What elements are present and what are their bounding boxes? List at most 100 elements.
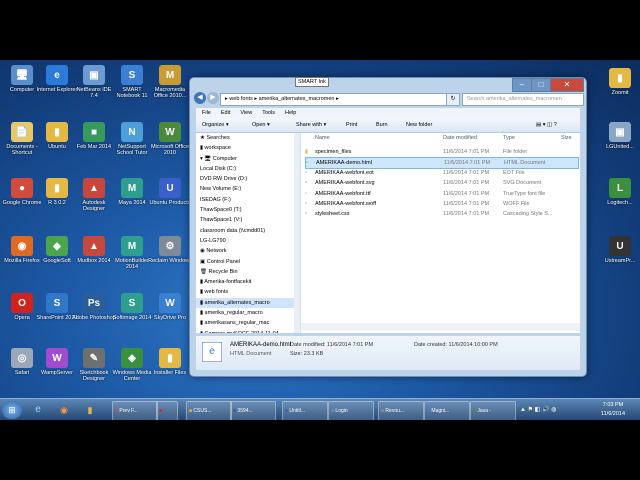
details-filetype: HTML Document — [230, 351, 272, 357]
nav-item[interactable]: ▣ Control Panel — [196, 257, 300, 267]
toolbar-button[interactable]: Share with ▾ — [296, 118, 326, 132]
nav-item[interactable]: classroom data (\\cmdd01) — [196, 226, 300, 236]
desktop-icon[interactable]: ▮ Installer Files — [148, 348, 192, 376]
desktop-icon[interactable]: ▣ LGUnited... — [598, 122, 640, 150]
file-row[interactable]: ▫ stylesheet.css 11/6/2014 7:01 PM Cascadin… — [305, 209, 577, 219]
nav-item[interactable]: 🗑 Recycle Bin — [196, 267, 300, 277]
nav-item[interactable]: ★ Searches — [196, 133, 300, 143]
app-icon: W — [159, 293, 181, 313]
file-name: AMERIKAA-webfont.eot — [315, 169, 374, 176]
nav-item[interactable]: ▮ web fonts — [196, 287, 300, 297]
taskbar-button[interactable]: ■ Login — [328, 401, 374, 420]
menu-item[interactable]: Help — [285, 110, 296, 116]
desktop-icon[interactable]: M Macromedia Office 2010... — [148, 65, 192, 99]
nav-item[interactable]: ▮ workspace — [196, 143, 300, 153]
taskbar-button[interactable]: ■ 3594... — [230, 401, 276, 420]
maximize-button[interactable]: □ — [531, 78, 551, 92]
forward-button[interactable]: ▶ — [207, 92, 219, 104]
taskbar-button[interactable]: ■ Revou... — [378, 401, 424, 420]
search-input[interactable]: Search amerika_alternates_macromen — [462, 93, 584, 106]
taskbar-button-label: Java - — [477, 408, 492, 414]
menu-item[interactable]: Edit — [221, 110, 230, 116]
desktop-icon-label: UstreamPr... — [604, 258, 636, 264]
file-row[interactable]: ▮ specimen_files 11/6/2014 7:01 PM File fol… — [305, 147, 577, 157]
command-bar: Organize ▾ Open ▾ Share with ▾ Print Burn New… — [196, 118, 580, 133]
desktop-icon[interactable]: W Microsoft Office 2010 — [148, 122, 192, 156]
explorer-window: – □ ✕ ◀ ▶ ▸ web fonts ▸ amerika_alternat… — [189, 77, 587, 377]
column-type[interactable]: Type — [503, 133, 515, 144]
nav-item[interactable]: ▾ 🖥 Computer — [196, 154, 300, 164]
app-icon: U — [609, 236, 631, 256]
file-name: stylesheet.css — [315, 211, 350, 218]
html-file-icon: e — [202, 342, 222, 362]
menu-item[interactable]: File — [202, 110, 211, 116]
menu-item[interactable]: View — [240, 110, 252, 116]
app-icon: ▲ — [83, 236, 105, 256]
nav-item[interactable]: ▮ Amerika-fontfacekit — [196, 277, 300, 287]
horizontal-scrollbar[interactable] — [301, 323, 580, 331]
close-button[interactable]: ✕ — [550, 78, 584, 92]
menu-item[interactable]: Tools — [262, 110, 275, 116]
column-name[interactable]: Name — [315, 133, 330, 144]
folder-taskbar-icon[interactable]: ▮ — [82, 401, 98, 419]
nav-item[interactable]: ◉ Network — [196, 246, 300, 256]
toolbar-button[interactable]: Burn — [376, 118, 388, 132]
nav-scrollbar[interactable] — [294, 133, 300, 333]
address-bar[interactable]: ▸ web fonts ▸ amerika_alternates_macrome… — [220, 93, 448, 106]
desktop-icon-label: Ubuntu Products — [149, 200, 191, 206]
firefox-taskbar-icon[interactable]: ◉ — [56, 401, 72, 419]
nav-item[interactable]: ThawSpace1 (V:) — [196, 215, 300, 225]
refresh-icon[interactable]: ↻ — [446, 93, 460, 106]
file-icon: ▫ — [305, 190, 307, 197]
toolbar-button[interactable]: Organize ▾ — [202, 118, 229, 132]
details-pane: e AMERIKAA-demo.html HTML Document Date … — [196, 336, 580, 370]
nav-item[interactable]: ▮ amerika_alternates_macro — [196, 297, 300, 309]
taskbar-button[interactable]: ■ CSUS... — [186, 401, 232, 420]
nav-item[interactable]: Local Disk (C:) — [196, 164, 300, 174]
nav-item[interactable]: New Volume (E:) — [196, 184, 300, 194]
desktop-icon[interactable]: ⚙ Reclaim Windows — [148, 236, 192, 264]
column-size[interactable]: Size — [561, 133, 572, 144]
taskbar-button[interactable]: ■ Java - — [470, 401, 516, 420]
taskbar-button[interactable]: ■ Magni... — [424, 401, 470, 420]
desktop-icon[interactable]: ▮ Zoomit — [598, 68, 640, 96]
nav-item[interactable]: LG-LG790 — [196, 236, 300, 246]
nav-item[interactable]: ▮ amerika_regular_macro — [196, 308, 300, 318]
details-filename: AMERIKAA-demo.html — [230, 342, 292, 348]
clock-date[interactable]: 11/6/2014 — [596, 409, 630, 419]
nav-item[interactable]: DVD RW Drive (D:) — [196, 174, 300, 184]
nav-item[interactable]: ▮ amerikasans_regular_mac — [196, 318, 300, 328]
nav-item[interactable]: ThawSpace0 (T:) — [196, 205, 300, 215]
desktop-icon[interactable]: L Logitech... — [598, 178, 640, 206]
minimize-button[interactable]: – — [512, 78, 532, 92]
app-icon: ▲ — [83, 178, 105, 198]
file-row[interactable]: ▫ AMERIKAA-webfont.woff 11/6/2014 7:01 PM W… — [305, 199, 577, 209]
desktop-icon[interactable]: U UstreamPr... — [598, 236, 640, 264]
file-row[interactable]: ▫ AMERIKAA-webfont.ttf 11/6/2014 7:01 PM Tr… — [305, 189, 577, 199]
taskbar-button[interactable]: ■ Untitl... — [282, 401, 328, 420]
app-icon: 📄 — [11, 122, 33, 142]
desktop-icon-label: Microsoft Office 2010 — [150, 144, 190, 156]
file-name: AMERIKAA-webfont.ttf — [315, 190, 371, 197]
desktop-icon-label: Installer Files — [153, 370, 187, 376]
taskbar-button[interactable]: ■ — [156, 401, 178, 420]
nav-item[interactable]: ▮ Campos mySOCE 2014-11-04 — [196, 329, 300, 333]
toolbar-button[interactable]: Print — [346, 118, 357, 132]
view-options-icon[interactable]: ▤ ▾ ◫ ? — [536, 118, 557, 132]
toolbar-button[interactable]: New folder — [406, 118, 432, 132]
app-icon: W — [46, 348, 68, 368]
ie-taskbar-icon[interactable]: e — [30, 401, 46, 419]
system-tray[interactable]: ▲ ⚑ ◧ 🔊 ◍ — [520, 401, 590, 419]
nav-item[interactable]: ISEDAG (F:) — [196, 195, 300, 205]
taskbar-button[interactable]: ■ Prev F... — [112, 401, 158, 420]
file-row[interactable]: ▫ AMERIKAA-webfont.svg 11/6/2014 7:01 PM SV… — [305, 178, 577, 188]
column-date[interactable]: Date modified — [443, 133, 477, 144]
file-row[interactable]: ▫ AMERIKAA-webfont.eot 11/6/2014 7:01 PM EO… — [305, 168, 577, 178]
back-button[interactable]: ◀ — [194, 92, 206, 104]
start-button[interactable]: ⊞ — [2, 401, 22, 419]
desktop-icon[interactable]: W SkyDrive Pro — [148, 293, 192, 321]
desktop-icon[interactable]: U Ubuntu Products — [148, 178, 192, 206]
app-icon: Ps — [83, 293, 105, 313]
desktop-icon-label: Macromedia Office 2010... — [153, 87, 187, 99]
toolbar-button[interactable]: Open ▾ — [252, 118, 270, 132]
